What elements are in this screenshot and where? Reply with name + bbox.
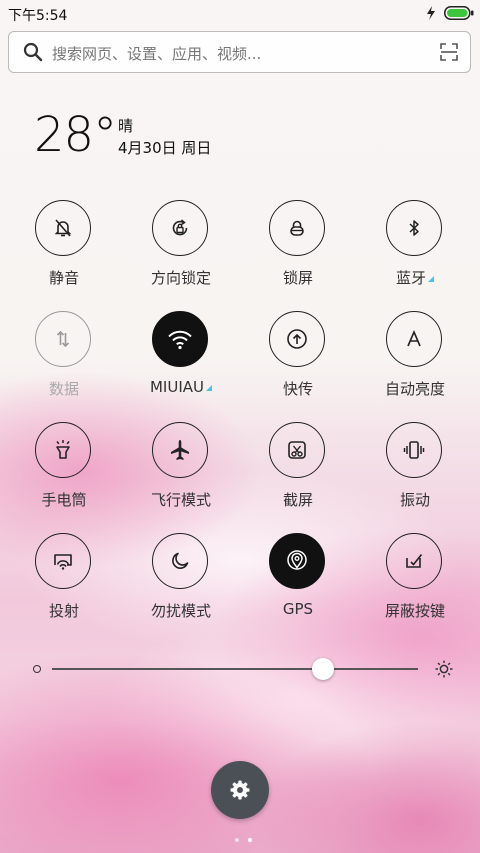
status-time: 下午5:54 xyxy=(8,8,68,24)
toggle-gps[interactable]: GPS xyxy=(240,533,356,643)
toggle-label: 方向锁定 xyxy=(150,269,211,287)
toggle-label: 自动亮度 xyxy=(384,380,445,398)
bluetooth-icon xyxy=(409,220,419,236)
brightness-slider[interactable] xyxy=(30,655,454,683)
search-input[interactable]: 搜索网页、设置、应用、视频... xyxy=(52,43,261,64)
weather-date: 4月30日 周日 xyxy=(118,139,212,157)
more-options-triangle-icon[interactable] xyxy=(428,276,434,282)
toggle-silent-button[interactable] xyxy=(35,200,91,256)
toggle-label: 蓝牙 xyxy=(357,267,473,288)
block-keys-icon xyxy=(406,554,423,568)
toggle-flashlight[interactable]: 手电筒 xyxy=(6,422,122,532)
toggle-auto-brightness[interactable]: 自动亮度 xyxy=(357,311,473,421)
toggle-label: 勿扰模式 xyxy=(150,602,211,620)
battery-icon xyxy=(444,6,474,20)
toggle-quick-transfer[interactable]: 快传 xyxy=(240,311,356,421)
toggle-label: 数据 xyxy=(48,380,79,398)
toggle-block-keys-button[interactable] xyxy=(386,533,442,589)
more-options-triangle-icon[interactable] xyxy=(206,385,212,391)
toggle-label: 锁屏 xyxy=(282,269,313,287)
flashlight-icon xyxy=(56,440,70,459)
toggle-rotation-lock-button[interactable] xyxy=(152,200,208,256)
moon-icon xyxy=(172,552,189,569)
lock-icon xyxy=(290,220,304,236)
toggle-label-text: 蓝牙 xyxy=(395,269,426,287)
toggle-silent[interactable]: 静音 xyxy=(6,200,122,310)
settings-button[interactable] xyxy=(211,761,269,819)
toggle-label: 手电筒 xyxy=(41,491,87,509)
toggle-wifi[interactable]: MIUIAU xyxy=(123,311,239,421)
rotation-lock-icon xyxy=(172,219,188,236)
quick-transfer-icon xyxy=(287,329,307,349)
toggle-quick-transfer-button[interactable] xyxy=(269,311,325,367)
toggle-label: MIUIAU xyxy=(123,378,239,396)
search-icon xyxy=(23,42,43,62)
toggle-gps-button[interactable] xyxy=(269,533,325,589)
toggle-do-not-disturb-button[interactable] xyxy=(152,533,208,589)
toggle-rotation-lock[interactable]: 方向锁定 xyxy=(123,200,239,310)
brightness-knob[interactable] xyxy=(311,658,334,680)
toggle-cast[interactable]: 投射 xyxy=(6,533,122,643)
toggle-do-not-disturb[interactable]: 勿扰模式 xyxy=(123,533,239,643)
status-bar: 下午5:54 xyxy=(0,0,480,28)
toggle-label: 投射 xyxy=(48,602,79,620)
toggle-label-text: MIUIAU xyxy=(149,378,204,396)
vibrate-icon xyxy=(403,441,425,459)
toggle-block-keys[interactable]: 屏蔽按键 xyxy=(357,533,473,643)
mobile-data-icon xyxy=(56,330,70,348)
wifi-icon xyxy=(168,330,192,350)
toggle-lock-screen-button[interactable] xyxy=(269,200,325,256)
toggle-bluetooth[interactable]: 蓝牙 xyxy=(357,200,473,310)
toggle-wifi-button[interactable] xyxy=(152,311,208,367)
cast-icon xyxy=(54,554,72,570)
scan-icon[interactable] xyxy=(440,43,458,61)
toggle-label: 振动 xyxy=(399,491,430,509)
gear-icon xyxy=(230,780,250,800)
screenshot-icon xyxy=(288,441,306,459)
page-indicator xyxy=(233,827,254,846)
toggle-airplane-button[interactable] xyxy=(152,422,208,478)
toggle-label: 屏蔽按键 xyxy=(384,602,445,620)
gps-icon xyxy=(287,550,307,570)
toggle-mobile-data[interactable]: 数据 xyxy=(6,311,122,421)
toggle-airplane[interactable]: 飞行模式 xyxy=(123,422,239,532)
toggle-cast-button[interactable] xyxy=(35,533,91,589)
page-dot xyxy=(235,838,239,842)
toggle-vibrate[interactable]: 振动 xyxy=(357,422,473,532)
toggle-bluetooth-button[interactable] xyxy=(386,200,442,256)
brightness-high-icon xyxy=(435,660,453,678)
toggle-label: 静音 xyxy=(48,269,79,287)
search-bar[interactable]: 搜索网页、设置、应用、视频... xyxy=(8,31,471,73)
weather-temperature: 28° xyxy=(34,107,117,163)
toggle-vibrate-button[interactable] xyxy=(386,422,442,478)
page-dot-active xyxy=(248,838,253,842)
toggle-screenshot[interactable]: 截屏 xyxy=(240,422,356,532)
toggle-label: 快传 xyxy=(282,380,313,398)
toggle-mobile-data-button[interactable] xyxy=(35,311,91,367)
toggle-label: 截屏 xyxy=(282,491,313,509)
brightness-track[interactable] xyxy=(52,668,418,670)
toggle-label: GPS xyxy=(282,600,314,618)
bell-mute-icon xyxy=(54,219,72,237)
auto-brightness-icon xyxy=(407,329,421,347)
toggle-auto-brightness-button[interactable] xyxy=(386,311,442,367)
toggle-flashlight-button[interactable] xyxy=(35,422,91,478)
charging-bolt-icon xyxy=(427,6,435,20)
brightness-low-icon xyxy=(33,665,41,673)
toggle-screenshot-button[interactable] xyxy=(269,422,325,478)
airplane-icon xyxy=(171,440,189,460)
weather-condition: 晴 xyxy=(118,117,134,135)
toggle-label: 飞行模式 xyxy=(150,491,211,509)
toggle-lock-screen[interactable]: 锁屏 xyxy=(240,200,356,310)
